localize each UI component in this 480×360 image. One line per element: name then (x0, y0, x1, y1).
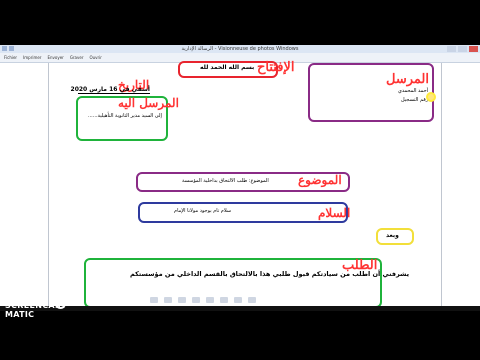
rotate-left-button[interactable] (220, 297, 228, 303)
right-margin-line (441, 63, 442, 311)
sender-label: المرسل (386, 72, 429, 87)
recipient-text: إلى السيد مدير الثانوية التأهيلية...... (88, 113, 162, 119)
quick-access-icon (9, 46, 14, 51)
opening-label: الإفتتاح (257, 60, 295, 75)
watermark-word2: MATIC (5, 310, 35, 319)
menu-print[interactable]: Imprimer (23, 53, 41, 62)
watermark-line1: RECORDED WITH (5, 293, 49, 299)
rotate-right-button[interactable] (234, 297, 242, 303)
subject-text: الموضوع: طلب الالتحاق بداخلية المؤسسة (182, 178, 269, 184)
slideshow-button[interactable] (192, 297, 200, 303)
next-button[interactable] (206, 297, 214, 303)
subject-label: الموضوع (298, 173, 342, 187)
greeting-box (138, 202, 348, 223)
left-margin-line (48, 63, 49, 311)
menu-open[interactable]: Ouvrir (89, 53, 101, 62)
recipient-label: المرسل اليه (118, 96, 179, 110)
minimize-button[interactable] (447, 46, 456, 52)
menu-burn[interactable]: Graver (70, 53, 84, 62)
fit-button[interactable] (164, 297, 172, 303)
window-title: الرسالة الإدارية - Visionneuse de photos… (181, 46, 299, 52)
menu-send[interactable]: Envoyer (47, 53, 63, 62)
transition-text: وبعد (386, 232, 399, 239)
previous-button[interactable] (178, 297, 186, 303)
date-text: أسفي في 16 مارس 2020 (70, 86, 150, 94)
greeting-text: سلام تام بوجود مولانا الإمام (174, 208, 232, 214)
menu-file[interactable]: Fichier (4, 53, 17, 62)
watermark-line2: SCREENCASTMATIC (5, 301, 85, 319)
mouse-cursor-highlight (426, 92, 436, 102)
greeting-label: السلام (318, 206, 351, 220)
screencast-watermark: RECORDED WITH SCREENCASTMATIC (5, 293, 85, 319)
viewer-controls (150, 297, 256, 303)
record-icon (55, 298, 66, 309)
close-button[interactable] (469, 46, 478, 52)
title-bar: الرسالة الإدارية - Visionneuse de photos… (0, 45, 480, 53)
photo-viewer-window: الرسالة الإدارية - Visionneuse de photos… (0, 45, 480, 311)
sender-registration: رقم التسجيل (401, 97, 429, 103)
window-icons (2, 46, 14, 52)
sender-name: أحمد المحمدي (398, 88, 429, 94)
document-image: بسم الله الحمد لله الإفتتاح التاريخ أسفي… (0, 60, 480, 311)
maximize-button[interactable] (458, 46, 467, 52)
zoom-button[interactable] (150, 297, 158, 303)
app-icon (2, 46, 7, 51)
request-text: يشرفني أن اطلب من سيادتكم قبول طلبي هذا … (130, 270, 410, 278)
opening-text: بسم الله الحمد لله (200, 64, 255, 71)
delete-button[interactable] (248, 297, 256, 303)
window-controls (447, 46, 478, 52)
